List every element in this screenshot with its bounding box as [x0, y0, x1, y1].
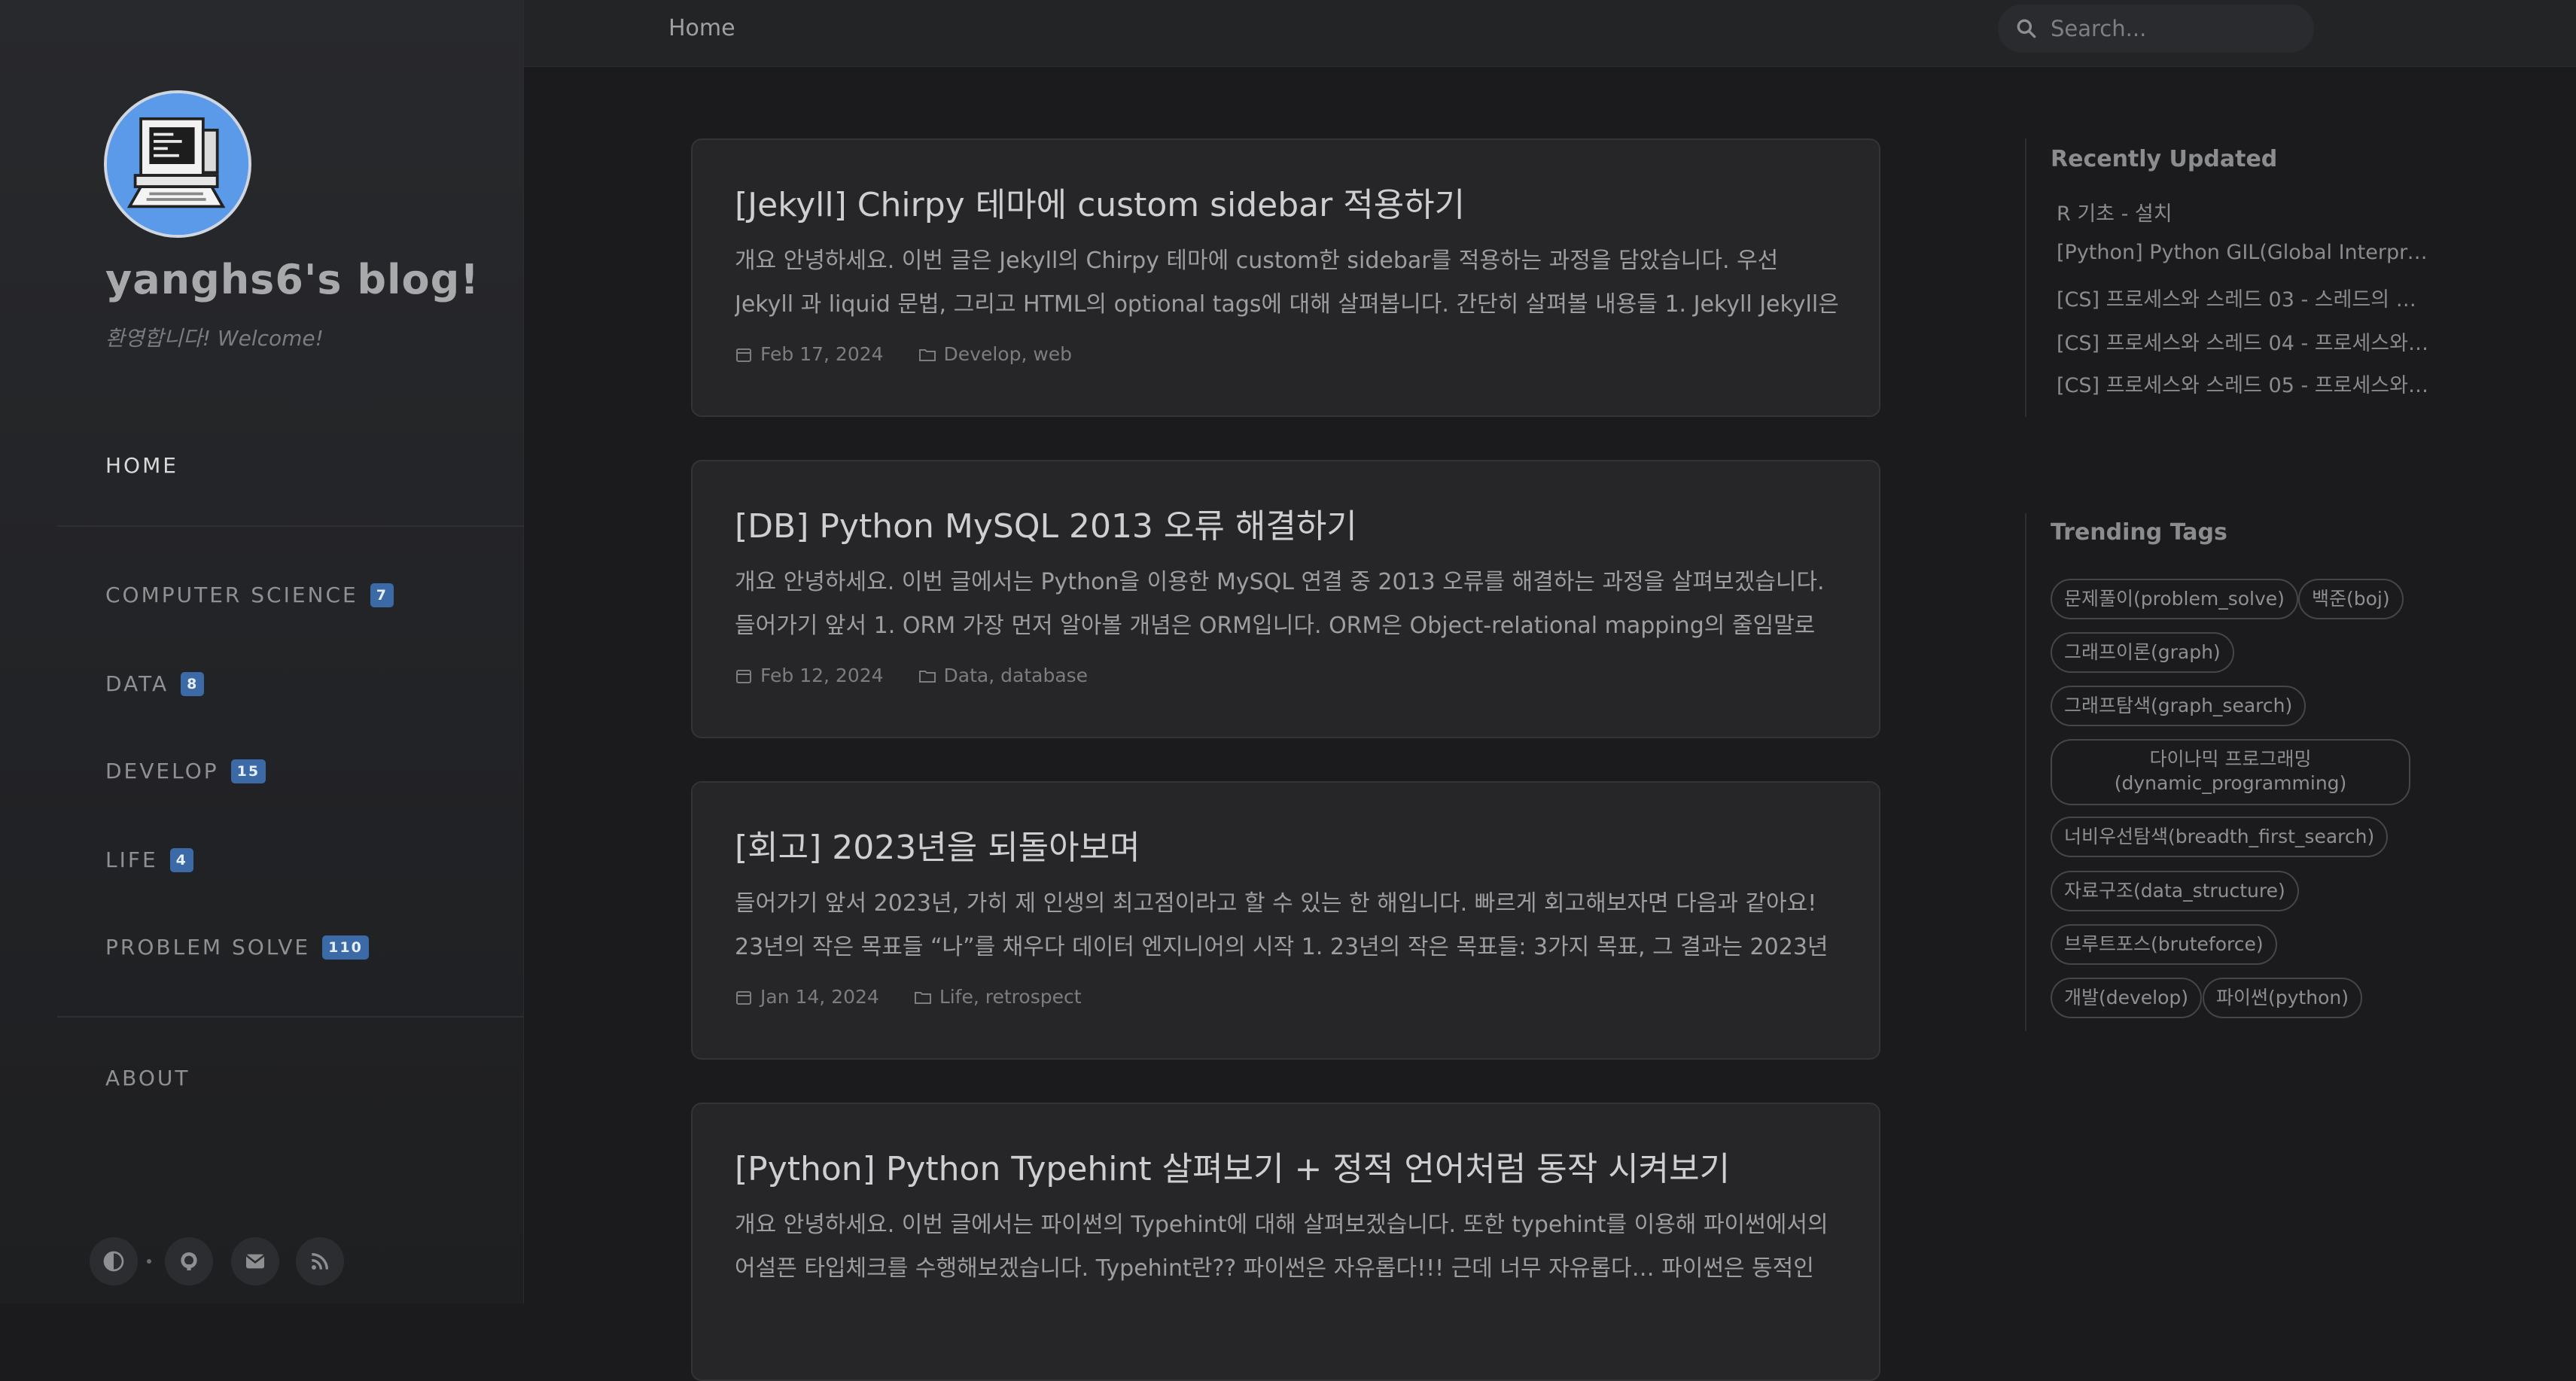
theme-toggle-button[interactable] — [90, 1237, 138, 1285]
tag-chip[interactable]: 너비우선탐색(breadth_first_search) — [2051, 817, 2389, 857]
category-count-badge: 8 — [181, 672, 205, 696]
recently-updated-heading: Recently Updated — [2051, 146, 2278, 172]
post-card[interactable]: [Jekyll] Chirpy 테마에 custom sidebar 적용하기 … — [691, 138, 1880, 417]
nav-about[interactable]: ABOUT — [105, 1060, 190, 1097]
post-date: Feb 17, 2024 — [760, 343, 884, 365]
nav-category-problem-solve[interactable]: PROBLEM SOLVE 110 — [105, 929, 369, 966]
tag-chip[interactable]: 파이썬(python) — [2203, 978, 2362, 1018]
category-count-badge: 7 — [370, 583, 394, 607]
rss-link[interactable] — [296, 1237, 344, 1285]
calendar-icon — [736, 990, 751, 1005]
post-excerpt: 들어가기 앞서 2023년, 가히 제 인생의 최고점이라고 할 수 있는 한 … — [735, 890, 1828, 960]
calendar-icon — [736, 348, 751, 362]
post-categories: Develop, web — [943, 343, 1073, 365]
nav-category-computer-science[interactable]: COMPUTER SCIENCE 7 — [105, 576, 394, 614]
post-date: Jan 14, 2024 — [760, 986, 879, 1008]
folder-icon — [918, 670, 936, 683]
github-link[interactable] — [165, 1237, 213, 1285]
folder-icon — [918, 348, 936, 361]
nav-category-label: DEVELOP — [105, 759, 219, 783]
nav-category-develop[interactable]: DEVELOP 15 — [105, 753, 266, 790]
category-count-badge: 15 — [230, 759, 266, 783]
nav-about-label: ABOUT — [105, 1066, 190, 1091]
avatar[interactable] — [104, 90, 251, 238]
category-count-badge: 4 — [169, 848, 193, 872]
nav-home[interactable]: HOME — [105, 447, 178, 485]
post-card[interactable]: [DB] Python MySQL 2013 오류 해결하기 개요 안녕하세요.… — [691, 460, 1880, 738]
email-icon — [245, 1254, 265, 1269]
nav-category-data[interactable]: DATA 8 — [105, 665, 205, 703]
calendar-icon — [736, 669, 751, 683]
nav-divider — [57, 525, 524, 527]
post-date: Feb 12, 2024 — [760, 665, 884, 686]
tag-chip[interactable]: 브루트포스(bruteforce) — [2051, 924, 2277, 965]
post-title[interactable]: [회고] 2023년을 되돌아보며 — [735, 820, 1140, 868]
nav-category-label: PROBLEM SOLVE — [105, 935, 311, 960]
recent-post-link[interactable]: [CS] 프로세스와 스레드 05 - 프로세스와 여… — [2057, 369, 2433, 398]
category-count-badge: 110 — [322, 935, 369, 960]
tag-chip[interactable]: 다이나믹 프로그래밍(dynamic_programming) — [2051, 739, 2410, 805]
site-title[interactable]: yanghs6's blog! — [105, 256, 480, 303]
nav-category-label: COMPUTER SCIENCE — [105, 583, 358, 607]
post-title[interactable]: [Python] Python Typehint 살펴보기 + 정적 언어처럼 … — [735, 1142, 1730, 1190]
nav-category-life[interactable]: LIFE 4 — [105, 841, 193, 879]
post-card[interactable]: [Python] Python Typehint 살펴보기 + 정적 언어처럼 … — [691, 1103, 1880, 1381]
nav-category-label: LIFE — [105, 847, 158, 872]
recent-post-link[interactable]: [Python] Python GIL(Global Interpreter… — [2057, 241, 2433, 264]
tag-chip[interactable]: 백준(boj) — [2298, 579, 2404, 619]
post-meta: Jan 14, 2024 Life, retrospect — [735, 986, 1082, 1008]
panel-divider — [2025, 138, 2026, 417]
search-box[interactable] — [1998, 5, 2314, 53]
rss-icon — [312, 1253, 328, 1270]
github-icon — [181, 1252, 197, 1270]
tag-chip[interactable]: 그래프탐색(graph_search) — [2051, 686, 2307, 726]
recent-post-link[interactable]: [CS] 프로세스와 스레드 03 - 스레드의 개념… — [2057, 283, 2433, 312]
theme-toggle-icon — [103, 1251, 124, 1272]
tag-chip[interactable]: 문제풀이(problem_solve) — [2051, 579, 2298, 619]
nav-divider — [57, 1016, 524, 1017]
post-excerpt: 개요 안녕하세요. 이번 글에서는 Python을 이용한 MySQL 연결 중… — [735, 569, 1825, 639]
post-excerpt: 개요 안녕하세요. 이번 글은 Jekyll의 Chirpy 테마에 custo… — [735, 248, 1839, 318]
email-link[interactable] — [231, 1237, 279, 1285]
folder-icon — [914, 991, 931, 1004]
post-categories: Data, database — [943, 665, 1089, 686]
search-icon — [2017, 19, 2036, 38]
nav-category-label: DATA — [105, 671, 169, 696]
separator-dot — [147, 1259, 151, 1264]
recent-post-link[interactable]: [CS] 프로세스와 스레드 04 - 프로세스와 상… — [2057, 327, 2433, 356]
post-categories: Life, retrospect — [939, 986, 1082, 1008]
post-card[interactable]: [회고] 2023년을 되돌아보며 들어가기 앞서 2023년, 가히 제 인생… — [691, 781, 1880, 1060]
tag-chip[interactable]: 개발(develop) — [2051, 978, 2203, 1018]
breadcrumb[interactable]: Home — [668, 15, 735, 41]
post-meta: Feb 12, 2024 Data, database — [735, 665, 1088, 686]
panel-divider — [2025, 513, 2026, 1031]
topbar: Home — [524, 0, 2576, 67]
retro-computer-icon — [107, 93, 248, 235]
trending-tags-heading: Trending Tags — [2051, 519, 2227, 546]
tag-chip[interactable]: 그래프이론(graph) — [2051, 632, 2234, 673]
search-input[interactable] — [2049, 15, 2293, 42]
recent-post-link[interactable]: R 기초 - 설치 — [2057, 197, 2433, 227]
post-title[interactable]: [Jekyll] Chirpy 테마에 custom sidebar 적용하기 — [735, 178, 1465, 226]
tag-chip[interactable]: 자료구조(data_structure) — [2051, 871, 2299, 911]
post-excerpt: 개요 안녕하세요. 이번 글에서는 파이썬의 Typehint에 대해 살펴보겠… — [735, 1212, 1828, 1282]
site-subtitle: 환영합니다! Welcome! — [105, 326, 324, 351]
sidebar: yanghs6's blog! 환영합니다! Welcome! HOME COM… — [0, 0, 524, 1303]
nav-home-label: HOME — [105, 453, 178, 478]
post-meta: Feb 17, 2024 Develop, web — [735, 343, 1072, 365]
post-title[interactable]: [DB] Python MySQL 2013 오류 해결하기 — [735, 499, 1357, 547]
